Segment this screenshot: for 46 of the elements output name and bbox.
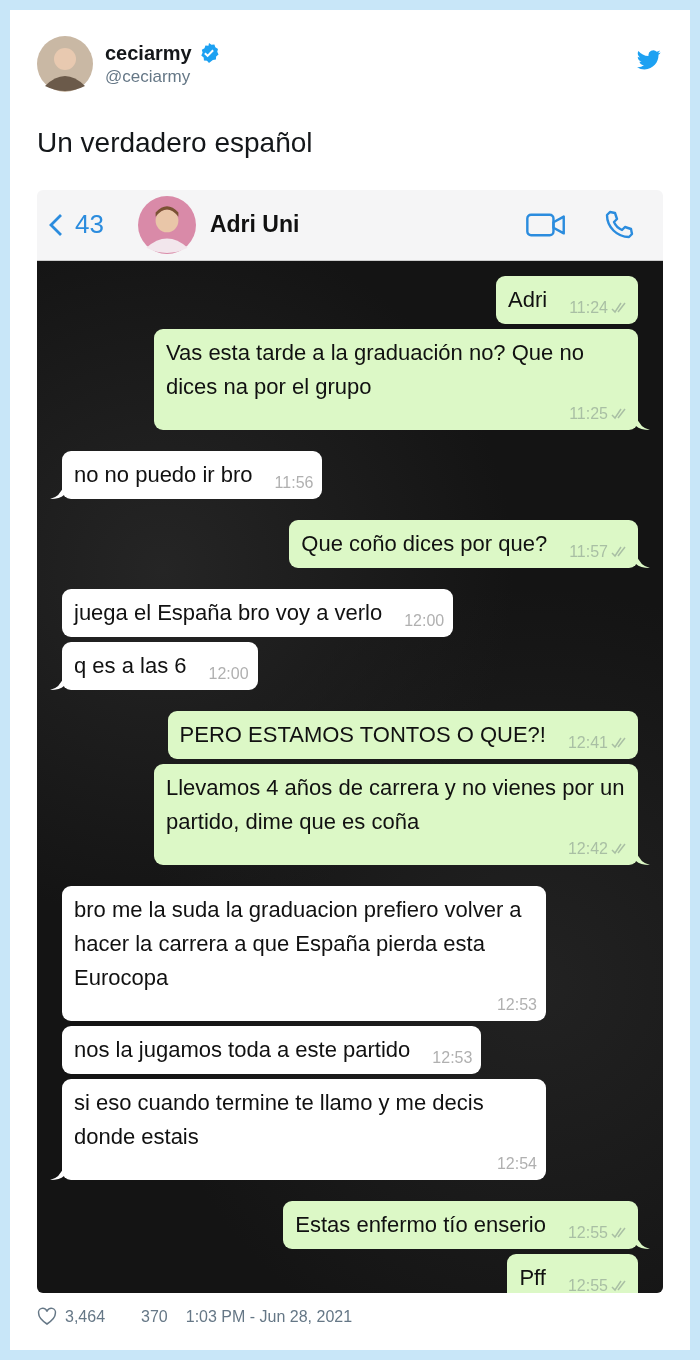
phone-icon[interactable] xyxy=(603,208,635,241)
contact-name[interactable]: Adri Uni xyxy=(209,211,300,239)
chevron-left-icon xyxy=(49,211,63,238)
message-time: 11:25 xyxy=(569,403,608,424)
bird-icon[interactable] xyxy=(637,50,661,70)
double-check-icon xyxy=(611,736,629,749)
message-text: bro me la suda la graduacion prefiero volver a hacer la carrera a que España pierda esta Eurocopa xyxy=(74,895,523,992)
message-text: Pff xyxy=(519,1263,546,1292)
message-text: nos la jugamos toda a este partido xyxy=(74,1035,411,1064)
message-text: juega el España bro voy a verlo xyxy=(74,598,383,627)
message-text: Llevamos 4 años de carrera y no vienes por un partido, dime que es coña xyxy=(166,773,626,836)
display-name[interactable]: ceciarmy xyxy=(105,41,192,65)
double-check-icon xyxy=(611,407,629,420)
reply-count: 370 xyxy=(141,1307,168,1326)
message-text: PERO ESTAMOS TONTOS O QUE?! xyxy=(179,720,546,749)
message-time: 11:56 xyxy=(274,472,314,493)
message-text: Estas enfermo tío enserio xyxy=(295,1210,546,1239)
message-time: 12:00 xyxy=(404,610,445,631)
message-time: 12:55 xyxy=(567,1222,608,1243)
message-time: 12:53 xyxy=(496,994,537,1015)
message-text: Que coño dices por que? xyxy=(301,529,548,558)
avatar[interactable] xyxy=(37,36,93,92)
message-text: si eso cuando termine te llamo y me decis donde estais xyxy=(74,1088,485,1151)
message-time: 12:53 xyxy=(432,1047,473,1068)
double-check-icon xyxy=(611,545,629,558)
tweet-timestamp: 1:03 PM - Jun 28, 2021 xyxy=(185,1307,353,1326)
message-text: no no puedo ir bro xyxy=(74,460,253,489)
message-time: 12:54 xyxy=(496,1153,537,1174)
message-time: 12:00 xyxy=(208,663,249,684)
double-check-icon xyxy=(611,1279,629,1292)
message-time: 11:57 xyxy=(569,541,608,562)
double-check-icon xyxy=(611,842,629,855)
tweet-text: Un verdadero español xyxy=(37,126,314,160)
user-handle[interactable]: @ceciarmy xyxy=(105,66,220,87)
message-text: q es a las 6 xyxy=(74,651,187,680)
message-text: Adri xyxy=(508,285,548,314)
message-time: 12:41 xyxy=(567,732,608,753)
message-time: 12:42 xyxy=(567,838,608,859)
message-time: 12:55 xyxy=(567,1275,608,1293)
contact-avatar[interactable] xyxy=(137,195,196,254)
double-check-icon xyxy=(611,1226,629,1239)
double-check-icon xyxy=(611,301,629,314)
heart-icon[interactable] xyxy=(37,1307,57,1327)
message-text: Vas esta tarde a la graduación no? Que no dices na por el grupo xyxy=(166,338,585,401)
message-time: 11:24 xyxy=(569,297,608,318)
like-count: 3,464 xyxy=(65,1307,106,1326)
